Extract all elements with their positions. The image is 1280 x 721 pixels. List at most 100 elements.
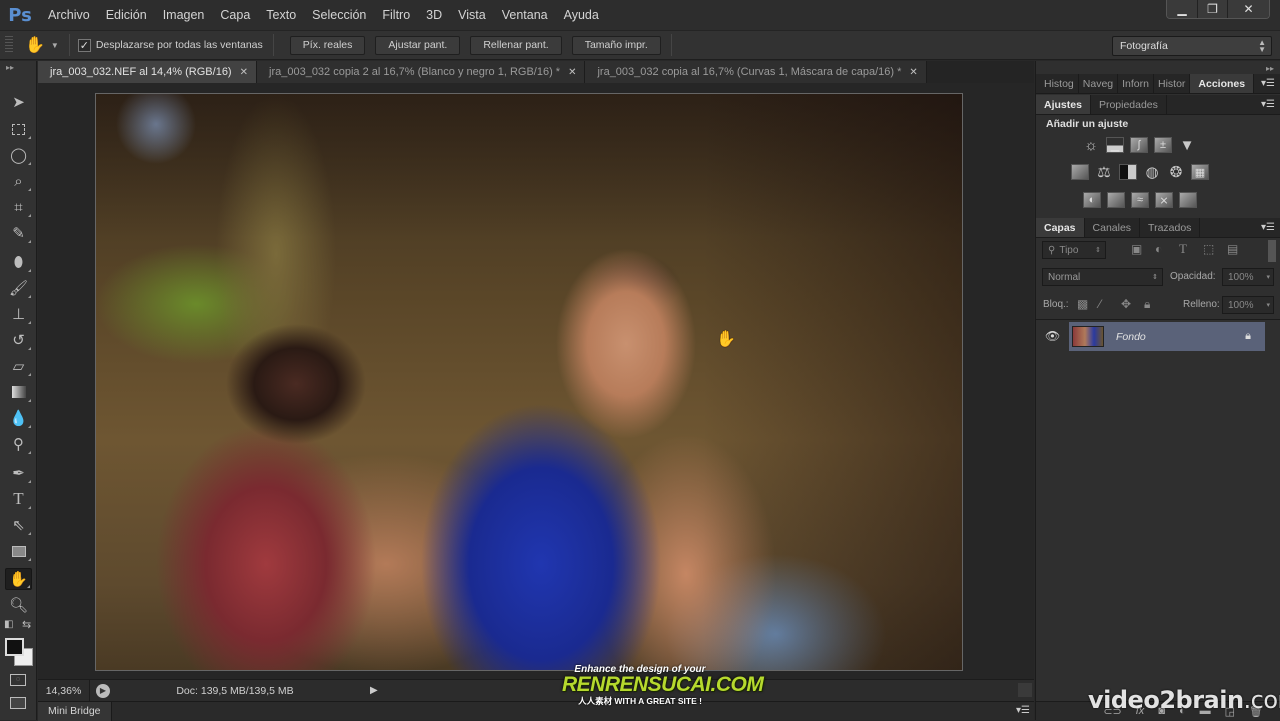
tab-canales[interactable]: Canales [1085, 218, 1141, 237]
photo-filter-icon[interactable]: ◍ [1143, 164, 1161, 181]
menu-texto[interactable]: Texto [258, 8, 304, 22]
hand-tool[interactable]: ✋ [5, 568, 32, 590]
gradient-tool[interactable] [5, 381, 32, 403]
path-selection-tool[interactable]: ⇖ [5, 514, 32, 536]
eyedropper-tool[interactable]: ✎ [5, 222, 32, 244]
menu-imagen[interactable]: Imagen [155, 8, 213, 22]
close-tab-icon[interactable]: ✕ [240, 67, 248, 78]
dodge-tool[interactable]: ⚲ [5, 433, 32, 455]
menu-ventana[interactable]: Ventana [494, 8, 556, 22]
close-button[interactable]: ✕ [1227, 0, 1269, 18]
hand-icon[interactable]: ✋ [25, 35, 45, 55]
levels-icon[interactable]: ▁ [1106, 137, 1124, 153]
default-colors-icon[interactable]: ◧ [4, 619, 13, 630]
zoom-tool[interactable]: 🔍︎ [5, 594, 32, 616]
lock-transparency-icon[interactable]: ▩ [1077, 297, 1088, 311]
opacity-input[interactable]: 100% ▾ [1222, 268, 1274, 286]
close-tab-icon[interactable]: ✕ [568, 67, 576, 78]
options-bar-grip[interactable] [5, 36, 13, 54]
restore-button[interactable]: ❐ [1197, 0, 1227, 18]
tab-acciones[interactable]: Acciones [1190, 74, 1255, 93]
doc-tab-1[interactable]: jra_003_032.NEF al 14,4% (RGB/16) ✕ [38, 61, 257, 83]
tab-trazados[interactable]: Trazados [1140, 218, 1201, 237]
tab-historia[interactable]: Histor [1154, 74, 1191, 93]
tab-propiedades[interactable]: Propiedades [1091, 95, 1167, 114]
filter-type-icon[interactable]: T [1179, 241, 1187, 257]
type-tool[interactable]: T [5, 488, 32, 510]
tab-informacion[interactable]: Inforn [1118, 74, 1154, 93]
layer-lock-icon[interactable]: 🔒︎ [1245, 330, 1251, 343]
lock-position-icon[interactable]: ✥ [1121, 297, 1131, 311]
vibrance-icon[interactable]: ▼ [1178, 137, 1196, 154]
document-image[interactable] [95, 93, 963, 671]
layer-filter-select[interactable]: ⚲ Tipo ⇕ [1042, 241, 1106, 259]
print-size-button[interactable]: Tamaño impr. [571, 35, 661, 55]
canvas-area[interactable]: ✋ [38, 83, 1034, 679]
clone-stamp-tool[interactable]: ⊥ [5, 303, 32, 325]
gradient-map-icon[interactable]: ⨯ [1155, 192, 1173, 208]
blend-mode-select[interactable]: Normal ⇕ [1042, 268, 1163, 286]
tool-preset-dropdown[interactable]: ▼ [51, 41, 59, 50]
doc-tab-3[interactable]: jra_003_032 copia al 16,7% (Curvas 1, Má… [585, 61, 927, 83]
pen-tool[interactable]: ✒ [5, 462, 32, 484]
eraser-tool[interactable]: ▱ [5, 355, 32, 377]
rectangle-tool[interactable] [5, 540, 32, 562]
healing-brush-tool[interactable]: ⬮ [5, 251, 32, 273]
scroll-all-checkbox[interactable]: ✓ [77, 38, 91, 52]
foreground-color-swatch[interactable] [5, 638, 24, 656]
filter-adjustment-icon[interactable]: ◐ [1155, 242, 1162, 256]
tab-ajustes[interactable]: Ajustes [1036, 95, 1091, 114]
curves-icon[interactable]: ∫ [1130, 137, 1148, 153]
invert-icon[interactable]: ◐ [1083, 192, 1101, 208]
workspace-select[interactable]: Fotografía ▲ ▼ [1112, 36, 1272, 56]
lock-all-icon[interactable]: 🔒︎ [1144, 297, 1150, 312]
minimize-button[interactable]: ▁ [1167, 0, 1197, 18]
menu-archivo[interactable]: Archivo [40, 8, 98, 22]
menu-edicion[interactable]: Edición [98, 8, 155, 22]
posterize-icon[interactable] [1107, 192, 1125, 208]
layer-name[interactable]: Fondo [1116, 331, 1146, 343]
panel-menu-icon[interactable]: ▾☰ [1261, 99, 1275, 110]
channel-mixer-icon[interactable]: ❂ [1167, 164, 1185, 181]
menu-filtro[interactable]: Filtro [374, 8, 418, 22]
menu-ayuda[interactable]: Ayuda [556, 8, 607, 22]
dropdown-icon[interactable]: ▾ [1266, 301, 1270, 309]
mini-bridge-tab[interactable]: Mini Bridge [38, 701, 112, 721]
crop-tool[interactable]: ⌗ [5, 196, 32, 218]
fit-screen-button[interactable]: Ajustar pant. [375, 35, 461, 55]
tab-histograma[interactable]: Histog [1036, 74, 1079, 93]
panel-menu-icon[interactable]: ▾☰ [1261, 222, 1275, 233]
color-lookup-icon[interactable]: ▦ [1191, 164, 1209, 180]
status-menu-arrow-icon[interactable]: ▶ [370, 685, 378, 696]
menu-seleccion[interactable]: Selección [304, 8, 374, 22]
status-info-icon[interactable]: ▶ [96, 683, 110, 698]
filter-pixel-icon[interactable]: ▣ [1131, 242, 1142, 256]
filter-toggle[interactable] [1268, 240, 1276, 262]
menu-vista[interactable]: Vista [450, 8, 494, 22]
screen-mode-icon[interactable] [10, 697, 26, 709]
brush-tool[interactable]: 🖌 [5, 277, 32, 299]
lasso-tool[interactable]: ◯ [5, 144, 32, 166]
history-brush-tool[interactable]: ↺ [5, 329, 32, 351]
scroll-all-windows-option[interactable]: ✓ Desplazarse por todas las ventanas [77, 38, 263, 52]
hue-saturation-icon[interactable] [1071, 164, 1089, 180]
fill-screen-button[interactable]: Rellenar pant. [470, 35, 562, 55]
selective-color-icon[interactable] [1179, 192, 1197, 208]
doc-tab-2[interactable]: jra_003_032 copia 2 al 16,7% (Blanco y n… [257, 61, 586, 83]
horizontal-scrollbar[interactable] [1018, 683, 1032, 697]
quick-mask-icon[interactable]: ◌ [10, 674, 26, 686]
exposure-icon[interactable]: ± [1154, 137, 1172, 153]
zoom-level[interactable]: 14,36% [38, 679, 90, 702]
marquee-tool[interactable] [5, 118, 32, 140]
brightness-icon[interactable]: ☼ [1082, 137, 1100, 154]
close-tab-icon[interactable]: ✕ [909, 67, 917, 78]
menu-3d[interactable]: 3D [418, 8, 450, 22]
tab-navegador[interactable]: Naveg [1079, 74, 1119, 93]
fill-input[interactable]: 100% ▾ [1222, 296, 1274, 314]
dropdown-icon[interactable]: ▾ [1266, 273, 1270, 281]
color-balance-icon[interactable]: ⚖ [1095, 164, 1113, 181]
menu-capa[interactable]: Capa [212, 8, 258, 22]
actual-pixels-button[interactable]: Píx. reales [289, 35, 366, 55]
lock-pixels-icon[interactable]: ⁄ [1099, 297, 1101, 311]
blur-tool[interactable]: 💧 [5, 407, 32, 429]
